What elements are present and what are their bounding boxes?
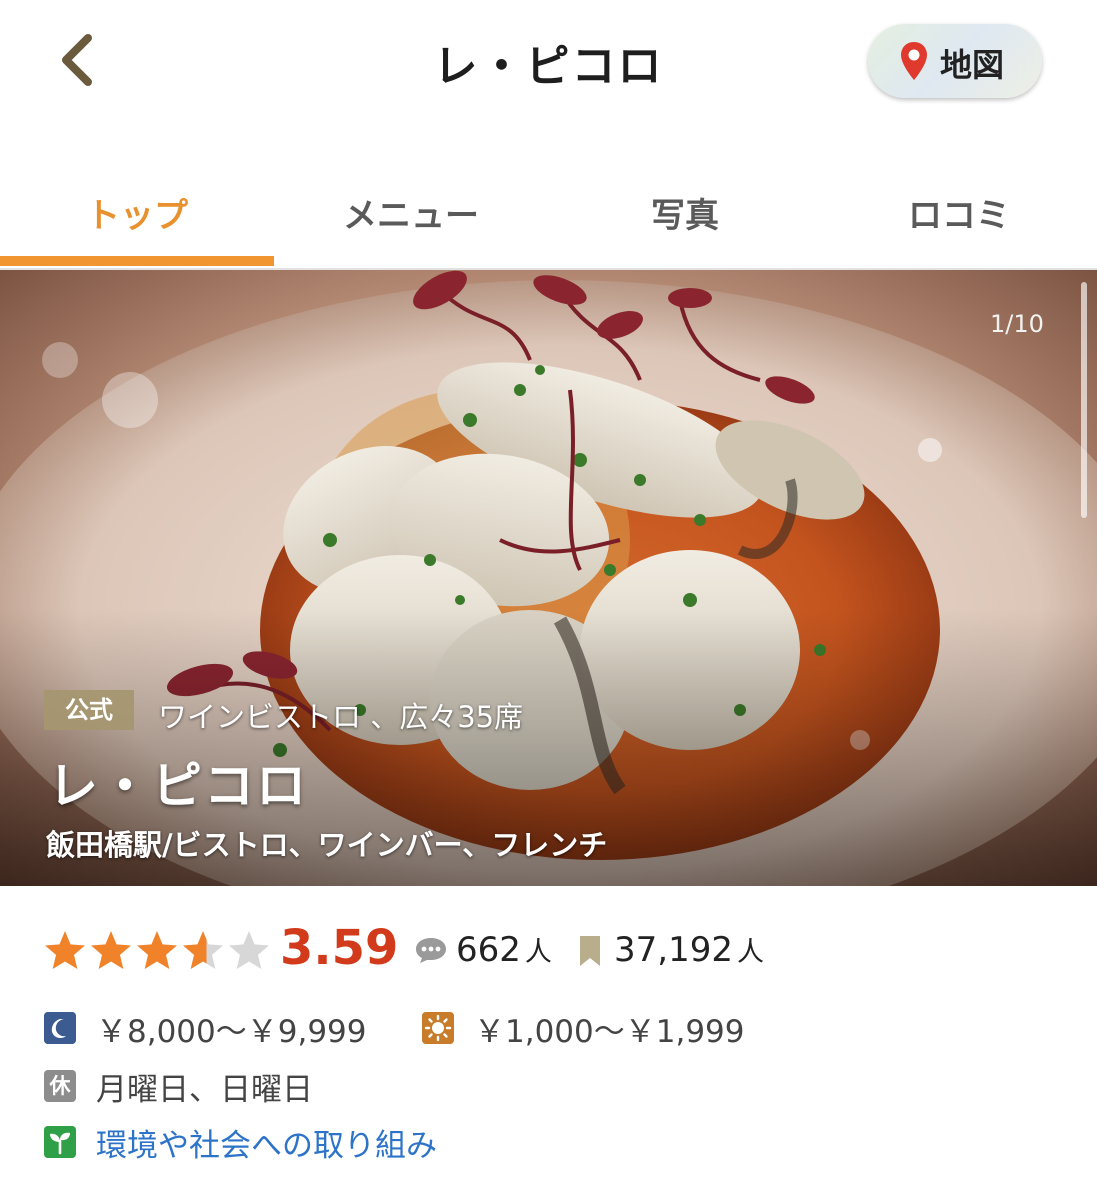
bookmark-icon [580, 936, 600, 966]
app-header: レ・ピコロ 地図 [0, 0, 1097, 130]
tab-menu[interactable]: メニュー [274, 160, 548, 268]
eco-row: 環境や社会への取り組み [44, 1120, 1054, 1164]
star-2 [91, 931, 131, 969]
carousel-scrollbar[interactable] [1081, 282, 1087, 518]
star-3 [137, 931, 177, 969]
tab-reviews[interactable]: ロコミ [822, 160, 1096, 268]
map-label: 地図 [940, 46, 1005, 84]
star-rating [45, 931, 269, 969]
rating-score: 3.59 [280, 920, 399, 976]
tab-bar: トップ メニュー 写真 ロコミ [0, 160, 1097, 270]
review-count-unit: 人 [524, 937, 552, 968]
holidays-text: 月曜日、日曜日 [96, 1072, 313, 1108]
lunch-price: ￥1,000～￥1,999 [474, 1014, 745, 1050]
holiday-icon: 休 [44, 1070, 76, 1102]
star-4 [183, 931, 223, 969]
photo-counter: 1/10 [990, 310, 1044, 338]
moon-icon [44, 1012, 76, 1044]
map-pin-icon [901, 42, 927, 80]
hero-photo-carousel[interactable]: 1/10 公式 ワインビストロ 、広々35席 レ・ピコロ 飯田橋駅/ビストロ、ワ… [0, 270, 1097, 886]
rating-row: 3.59 662 人 37,192 人 [44, 920, 1054, 984]
review-bubble-icon [416, 938, 446, 963]
price-row: ￥8,000～￥9,999 ￥1,000～￥1,999 [44, 1006, 1054, 1050]
star-5 [229, 931, 269, 969]
sprout-icon [44, 1126, 76, 1158]
active-tab-indicator [0, 256, 274, 266]
review-count-value: 662 [456, 930, 521, 970]
review-count[interactable]: 662 人 [456, 930, 552, 970]
restaurant-tagline: ワインビストロ 、広々35席 [158, 700, 524, 734]
save-count-value: 37,192 [614, 930, 733, 970]
restaurant-name: レ・ピコロ [48, 757, 308, 815]
map-button[interactable]: 地図 [868, 24, 1042, 98]
dinner-price: ￥8,000～￥9,999 [96, 1014, 367, 1050]
tab-top[interactable]: トップ [0, 160, 274, 268]
star-1 [45, 931, 85, 969]
holiday-row: 休 月曜日、日曜日 [44, 1064, 1054, 1108]
official-badge: 公式 [44, 690, 134, 730]
tab-photos[interactable]: 写真 [548, 160, 822, 268]
restaurant-genre: 飯田橋駅/ビストロ、ワインバー、フレンチ [46, 828, 608, 862]
sun-icon [422, 1012, 454, 1044]
save-count-unit: 人 [736, 937, 764, 968]
eco-initiatives-link[interactable]: 環境や社会への取り組み [96, 1120, 437, 1165]
save-count[interactable]: 37,192 人 [614, 930, 764, 970]
